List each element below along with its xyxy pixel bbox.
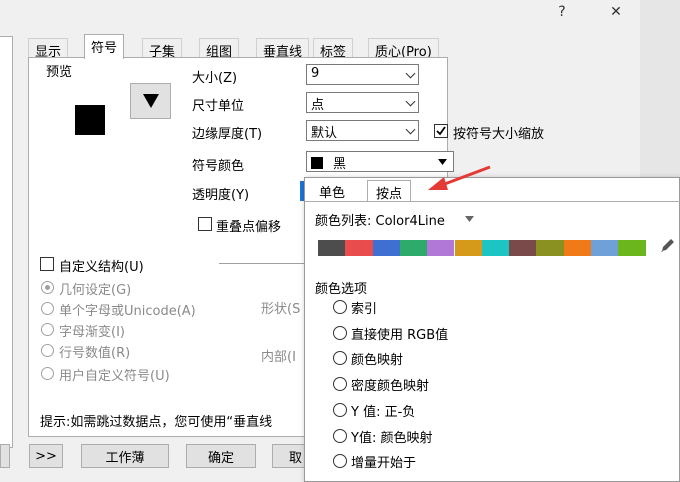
unit-label: 尺寸单位: [192, 99, 245, 114]
palette-swatch[interactable]: [618, 240, 646, 256]
option-single-char-label: 单个字母或Unicode(A): [59, 304, 196, 319]
triangle-down-icon: [465, 216, 474, 222]
scale-label: 按符号大小缩放: [453, 127, 545, 142]
option-direct-rgb-label: 直接使用 RGB值: [351, 328, 449, 343]
transparency-label: 透明度(Y): [192, 188, 250, 203]
chevron-down-icon: [405, 68, 416, 79]
option-index-label: 索引: [351, 302, 378, 317]
palette-swatch[interactable]: [509, 240, 537, 256]
left-partial-button[interactable]: [0, 444, 10, 468]
palette-swatch[interactable]: [427, 240, 455, 256]
palette-swatch[interactable]: [454, 240, 482, 256]
tab-display[interactable]: 显示: [28, 38, 69, 60]
popup-tab-divider: [305, 201, 680, 202]
symbol-preview: [75, 105, 105, 135]
radio-increment-from[interactable]: [333, 454, 347, 468]
radio-row-number[interactable]: [41, 344, 54, 357]
scale-checkbox[interactable]: [434, 124, 448, 138]
color-label: 符号颜色: [192, 159, 245, 174]
overlap-label: 重叠点偏移: [216, 220, 282, 235]
popup-tab-by-points[interactable]: 按点: [367, 180, 412, 202]
radio-density-color-map[interactable]: [333, 377, 347, 391]
radio-user-symbol[interactable]: [41, 367, 54, 380]
option-y-color-map-label: Y值: 颜色映射: [351, 431, 433, 446]
custom-construction-label: 自定义结构(U): [59, 260, 144, 275]
radio-geometric[interactable]: [41, 281, 54, 294]
tab-drop-lines[interactable]: 垂直线: [256, 38, 310, 60]
option-increment-from-label: 增量开始于: [351, 456, 417, 471]
chevron-down-icon: [405, 124, 416, 135]
color-options-title: 颜色选项: [315, 282, 368, 297]
unit-value: 点: [311, 98, 325, 113]
edge-value: 默认: [311, 126, 338, 141]
radio-y-pos-neg[interactable]: [333, 403, 347, 417]
triangle-down-icon: [142, 94, 159, 108]
option-y-pos-neg-label: Y 值: 正-负: [351, 405, 416, 420]
palette-swatch[interactable]: [481, 240, 510, 256]
chevron-down-icon: [405, 96, 416, 107]
palette-swatch[interactable]: [536, 240, 564, 256]
palette-swatch[interactable]: [399, 240, 428, 256]
preview-label: 预览: [46, 65, 73, 80]
more-button[interactable]: >>: [29, 444, 63, 468]
overlap-checkbox[interactable]: [198, 217, 212, 231]
tab-labels[interactable]: 标签: [313, 38, 354, 60]
tab-centroid[interactable]: 质心(Pro): [368, 38, 439, 60]
help-button[interactable]: ?: [540, 0, 584, 24]
size-value: 9: [311, 66, 320, 81]
tab-subset[interactable]: 子集: [142, 38, 183, 60]
option-letter-gradient-label: 字母渐变(I): [59, 325, 125, 340]
option-density-color-map-label: 密度颜色映射: [351, 379, 430, 394]
custom-construction-checkbox[interactable]: [40, 257, 54, 271]
left-pane-edge: [0, 36, 13, 448]
color-popup: 单色 按点 颜色列表: Color4Line 颜色选项 索引 直接使用 RGB值…: [304, 177, 680, 482]
tab-symbol[interactable]: 符号: [84, 34, 125, 59]
radio-letter-gradient[interactable]: [41, 323, 54, 336]
shape-label: 形状(S: [261, 302, 301, 317]
size-combo[interactable]: 9: [306, 64, 419, 85]
radio-direct-rgb[interactable]: [333, 326, 347, 340]
checkmark-icon: [436, 126, 446, 136]
color-swatch: [311, 157, 323, 169]
palette-swatch[interactable]: [563, 240, 591, 256]
popup-tab-single-color[interactable]: 单色: [311, 180, 353, 202]
ok-button[interactable]: 确定: [186, 444, 256, 468]
symbol-picker-button[interactable]: [130, 83, 171, 119]
palette-swatch[interactable]: [318, 240, 346, 256]
separator-line: [219, 263, 305, 264]
option-color-map-label: 颜色映射: [351, 353, 404, 368]
radio-color-map[interactable]: [333, 351, 347, 365]
palette-label[interactable]: 颜色列表: Color4Line: [315, 210, 445, 229]
radio-index[interactable]: [333, 300, 347, 314]
edge-label: 边缘厚度(T): [192, 127, 263, 142]
pencil-icon[interactable]: [659, 237, 676, 254]
palette-swatch[interactable]: [372, 240, 400, 256]
palette-swatch[interactable]: [591, 240, 619, 256]
option-row-number-label: 行号数值(R): [59, 346, 131, 361]
edge-combo[interactable]: 默认: [306, 120, 419, 141]
hint-text: 提示:如需跳过数据点，您可使用“垂直线: [40, 415, 273, 430]
close-button[interactable]: ✕: [594, 0, 638, 24]
radio-single-char[interactable]: [41, 302, 54, 315]
option-user-symbol-label: 用户自定义符号(U): [59, 369, 170, 384]
option-geometric-label: 几何设定(G): [59, 283, 132, 298]
size-label: 大小(Z): [192, 71, 238, 86]
workbook-button[interactable]: 工作薄: [81, 444, 169, 468]
red-arrow-annotation: [428, 165, 491, 190]
radio-y-color-map[interactable]: [333, 429, 347, 443]
unit-combo[interactable]: 点: [306, 92, 419, 113]
color-value: 黑: [333, 157, 347, 172]
tab-group[interactable]: 组图: [199, 38, 240, 60]
palette-swatch[interactable]: [345, 240, 373, 256]
inner-label: 内部(I: [261, 350, 296, 365]
